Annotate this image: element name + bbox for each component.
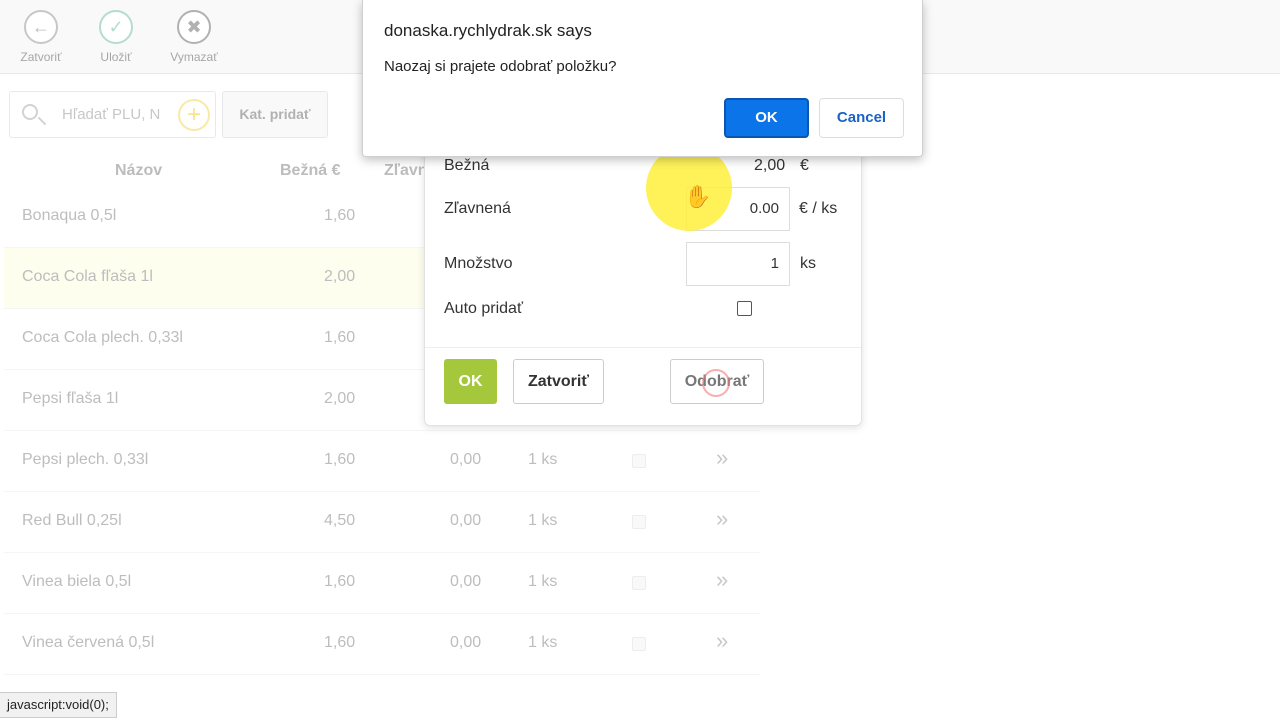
alert-message: Naozaj si prajete odobrať položku? [384,58,617,75]
close-button[interactable]: Zatvoriť [513,359,604,404]
hand-cursor-icon: ✋ [684,184,712,209]
alert-cancel-button[interactable]: Cancel [819,98,904,138]
click-indicator [702,369,730,397]
quantity-label: Množstvo [444,255,513,272]
divider [425,347,861,348]
discount-price-label: Zľavnená [444,200,511,217]
regular-price-label: Bežná [444,157,490,174]
ok-button[interactable]: OK [444,359,497,404]
auto-add-label: Auto pridať [444,300,523,317]
auto-add-checkbox[interactable] [737,301,752,316]
quantity-unit: ks [800,255,816,272]
confirm-alert: donaska.rychlydrak.sk says Naozaj si pra… [362,0,923,157]
quantity-field[interactable]: 1 [686,242,790,286]
item-dialog: Bežná 2,00 € Zľavnená 0.00 € / ks Množst… [424,140,862,426]
alert-ok-button[interactable]: OK [724,98,809,138]
regular-price-unit: € [800,157,809,174]
regular-price-value: 2,00 [754,157,786,174]
alert-title: donaska.rychlydrak.sk says [384,21,592,40]
status-bar: javascript:void(0); [0,692,117,718]
discount-price-unit: € / ks [799,200,838,217]
